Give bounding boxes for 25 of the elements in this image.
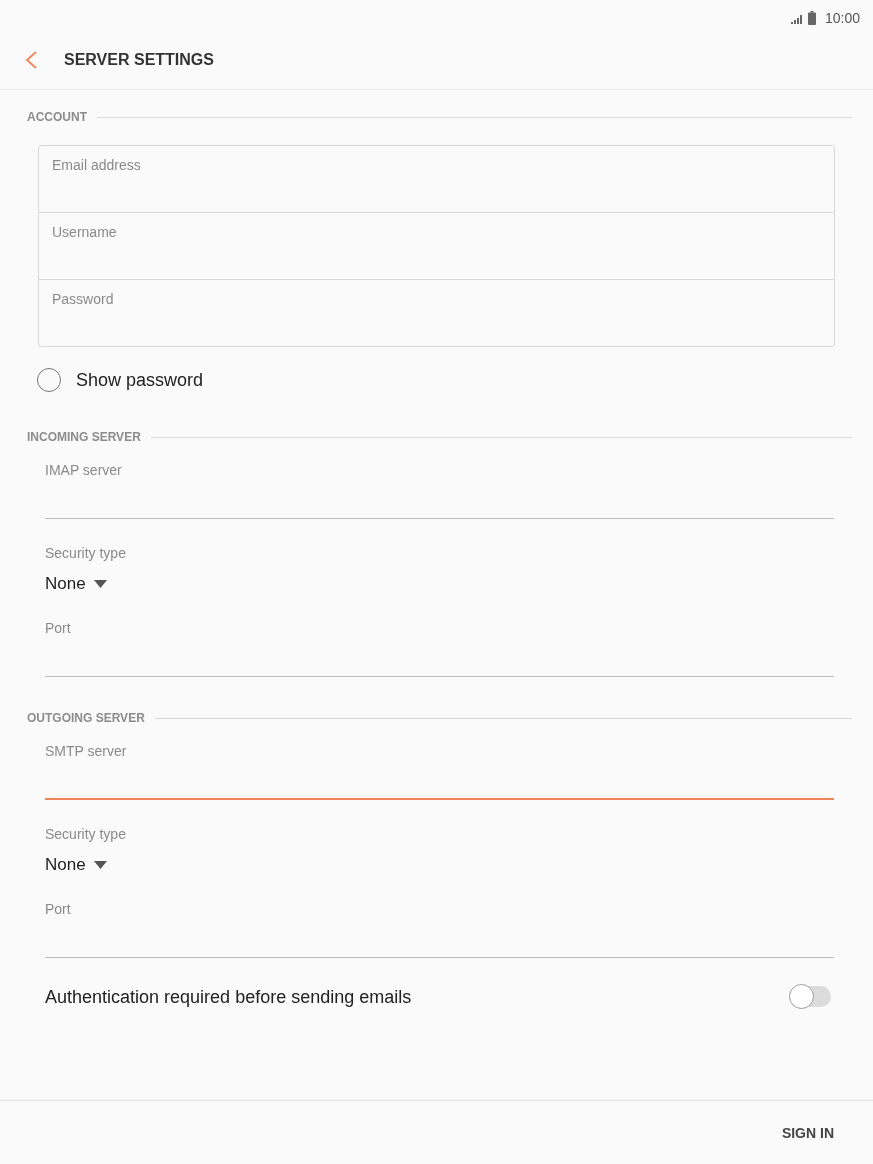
- section-title: ACCOUNT: [27, 110, 87, 124]
- dropdown[interactable]: None: [45, 855, 107, 875]
- text-field[interactable]: Port: [45, 620, 834, 677]
- radio-label: Show password: [76, 369, 204, 391]
- dropdown[interactable]: None: [45, 574, 107, 594]
- section-title: INCOMING SERVER: [27, 430, 141, 444]
- toggle-switch[interactable]: [789, 984, 831, 1009]
- back-icon[interactable]: [25, 50, 37, 69]
- text-field[interactable]: SMTP server: [45, 743, 834, 800]
- section-title: OUTGOING SERVER: [27, 711, 145, 725]
- page-title: SERVER SETTINGS: [64, 50, 214, 69]
- sign-in-button[interactable]: SIGN IN: [781, 1124, 834, 1141]
- signal-icon: [790, 14, 803, 24]
- text-field[interactable]: Username: [39, 212, 834, 279]
- caret-icon: [93, 580, 107, 588]
- field-label: Security type: [45, 826, 126, 842]
- caret-icon: [93, 861, 107, 869]
- text-field[interactable]: Port: [45, 901, 834, 958]
- status-time: 10:00: [824, 9, 860, 26]
- text-field[interactable]: Email address: [39, 146, 834, 212]
- battery-icon: [807, 10, 816, 25]
- setting-label: Authentication required before sending emails: [45, 985, 412, 1008]
- text-field[interactable]: Password: [39, 279, 834, 346]
- text-field[interactable]: IMAP server: [45, 462, 834, 519]
- field-label: Security type: [45, 545, 126, 561]
